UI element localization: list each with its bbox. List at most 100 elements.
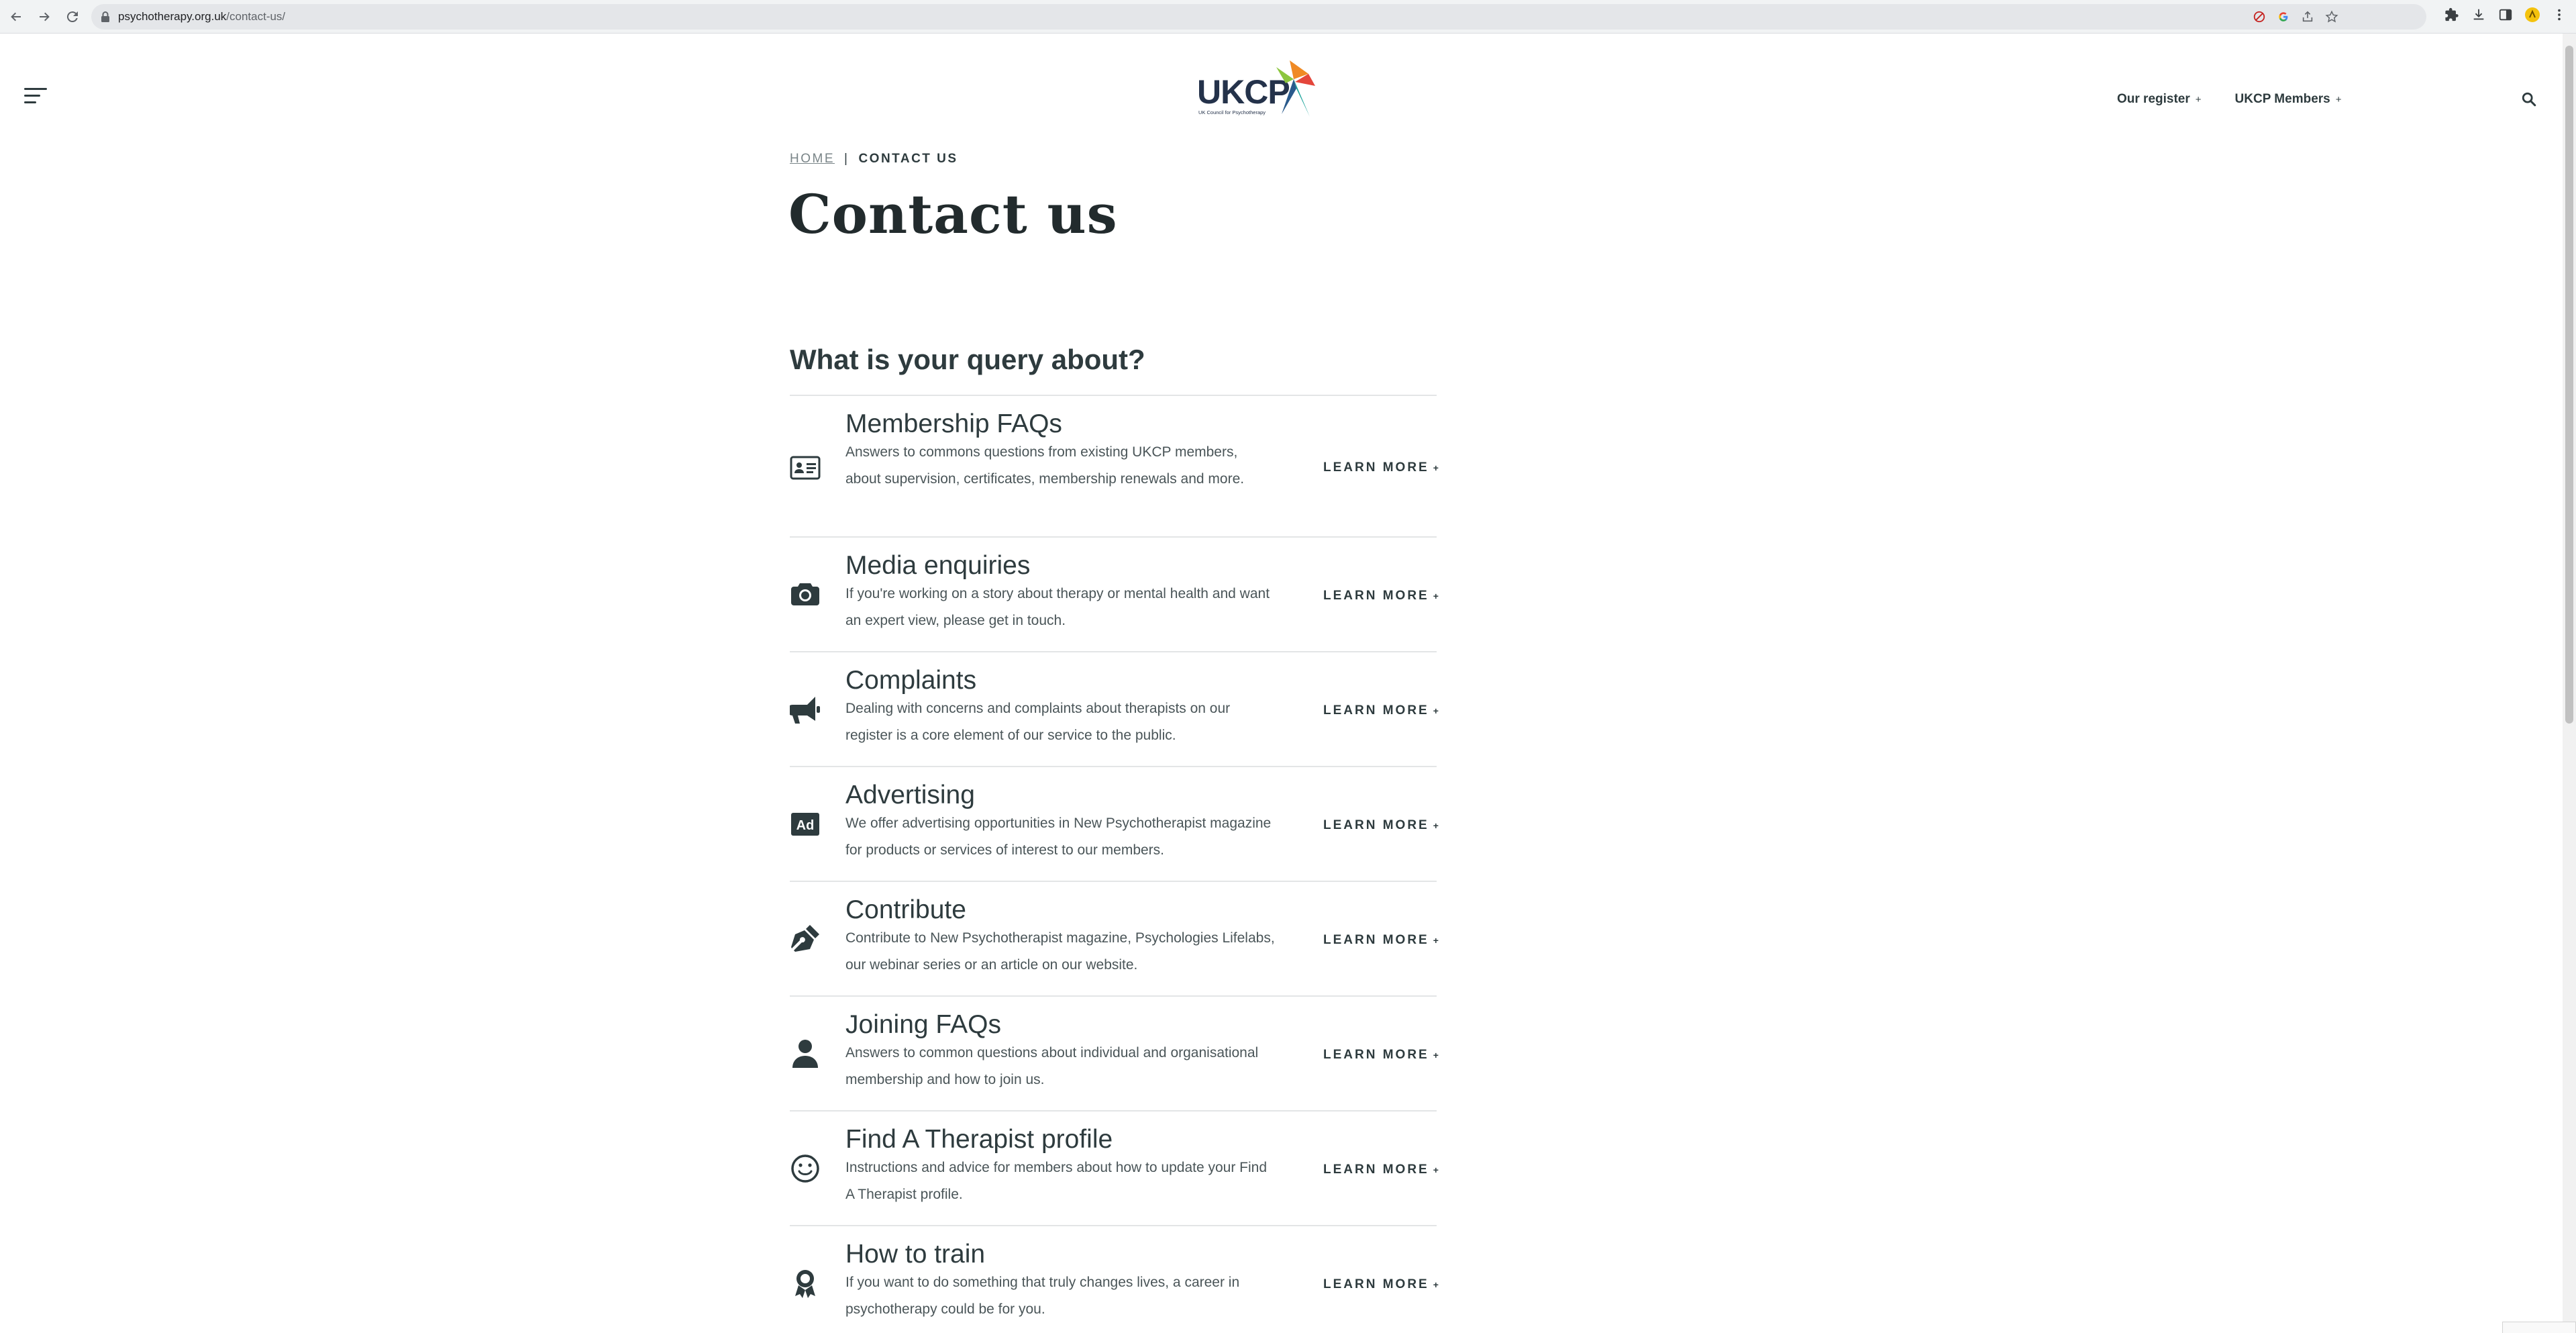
list-item-contribute: Contribute Contribute to New Psychothera… — [790, 881, 1439, 995]
download-icon[interactable] — [2470, 6, 2487, 23]
nav-label: Our register — [2117, 92, 2190, 106]
learn-more-link[interactable]: LEARN MORE + — [1323, 703, 1439, 718]
primary-nav: Our register + UKCP Members + — [2117, 92, 2342, 107]
side-panel-icon[interactable] — [2497, 6, 2514, 23]
browser-menu-icon[interactable] — [2551, 6, 2568, 23]
id-card-icon — [790, 452, 821, 483]
list-item-membership-faqs: Membership FAQs Answers to commons quest… — [790, 395, 1439, 536]
list-item-how-to-train: How to train If you want to do something… — [790, 1225, 1439, 1326]
pen-nib-icon — [790, 924, 821, 954]
extensions-puzzle-icon[interactable] — [2443, 6, 2461, 23]
list-item-complaints: Complaints Dealing with concerns and com… — [790, 651, 1439, 766]
plus-icon: + — [1433, 705, 1439, 716]
back-arrow-icon — [11, 12, 21, 21]
forward-button[interactable] — [34, 6, 55, 28]
plus-icon: + — [1433, 1165, 1439, 1175]
scrollbar-thumb[interactable] — [2565, 46, 2573, 724]
svg-text:Ad: Ad — [796, 818, 815, 833]
search-icon[interactable] — [2521, 91, 2538, 109]
award-icon — [790, 1268, 821, 1299]
query-description: If you're working on a story about thera… — [845, 586, 1270, 628]
plus-icon: + — [2195, 93, 2202, 105]
learn-more-label: LEARN MORE — [1323, 1048, 1429, 1062]
query-list: Membership FAQs Answers to commons quest… — [790, 395, 1439, 1326]
query-description: Answers to common questions about indivi… — [845, 1045, 1259, 1087]
query-description: We offer advertising opportunities in Ne… — [845, 816, 1272, 858]
breadcrumb-separator: | — [844, 152, 849, 166]
learn-more-link[interactable]: LEARN MORE + — [1323, 1277, 1439, 1292]
logo-tagline: UK Council for Psychotherapy — [1198, 109, 1266, 115]
learn-more-link[interactable]: LEARN MORE + — [1323, 1163, 1439, 1177]
plus-icon: + — [1433, 1050, 1439, 1060]
smile-icon — [790, 1153, 821, 1184]
query-description: Contribute to New Psychotherapist magazi… — [845, 930, 1275, 973]
query-title[interactable]: Contribute — [845, 895, 966, 925]
learn-more-label: LEARN MORE — [1323, 1277, 1429, 1291]
list-item-advertising: Ad Advertising We offer advertising oppo… — [790, 766, 1439, 881]
page-title: Contact us — [788, 183, 1118, 246]
plus-icon: + — [1433, 935, 1439, 946]
query-description: Answers to commons questions from existi… — [845, 444, 1245, 487]
learn-more-link[interactable]: LEARN MORE + — [1323, 460, 1439, 475]
nav-ukcp-members[interactable]: UKCP Members + — [2235, 92, 2342, 107]
learn-more-link[interactable]: LEARN MORE + — [1323, 818, 1439, 833]
learn-more-label: LEARN MORE — [1323, 460, 1429, 475]
query-description: If you want to do something that truly c… — [845, 1275, 1240, 1317]
query-title[interactable]: Advertising — [845, 781, 975, 810]
query-title[interactable]: Membership FAQs — [845, 409, 1062, 439]
nav-our-register[interactable]: Our register + — [2117, 92, 2202, 107]
svg-text:UKCP: UKCP — [1197, 73, 1290, 111]
ad-icon: Ad — [790, 809, 821, 840]
query-title[interactable]: Joining FAQs — [845, 1010, 1001, 1040]
address-bar[interactable]: psychotherapy.org.uk/contact-us/ — [91, 4, 2426, 30]
google-icon[interactable] — [2276, 9, 2291, 24]
query-description: Instructions and advice for members abou… — [845, 1160, 1268, 1202]
list-item-joining-faqs: Joining FAQs Answers to common questions… — [790, 995, 1439, 1110]
breadcrumb-home-link[interactable]: HOME — [790, 152, 835, 166]
url-text: psychotherapy.org.uk/contact-us/ — [118, 10, 285, 23]
megaphone-icon — [790, 694, 821, 725]
learn-more-link[interactable]: LEARN MORE + — [1323, 589, 1439, 603]
back-button[interactable] — [5, 6, 27, 28]
recaptcha-badge[interactable] — [2502, 1322, 2576, 1333]
learn-more-link[interactable]: LEARN MORE + — [1323, 1048, 1439, 1063]
bookmark-star-icon[interactable] — [2324, 9, 2339, 24]
plus-icon: + — [1433, 462, 1439, 473]
learn-more-label: LEARN MORE — [1323, 589, 1429, 603]
learn-more-label: LEARN MORE — [1323, 703, 1429, 718]
breadcrumb-current: CONTACT US — [858, 152, 958, 166]
url-domain: psychotherapy.org.uk — [118, 10, 227, 23]
extension-blocked-icon[interactable] — [2252, 9, 2267, 24]
query-heading: What is your query about? — [790, 344, 1145, 375]
plus-icon: + — [1433, 820, 1439, 831]
plus-icon: + — [1433, 1279, 1439, 1290]
breadcrumb: HOME | CONTACT US — [790, 152, 958, 166]
reload-button[interactable] — [62, 6, 83, 28]
page-scrollbar[interactable] — [2563, 34, 2576, 1333]
plus-icon: + — [1433, 591, 1439, 601]
hamburger-menu-icon[interactable] — [24, 88, 47, 105]
ukcp-logo[interactable]: UKCP UK Council for Psychotherapy — [1196, 59, 1317, 121]
profile-avatar-icon[interactable] — [2524, 6, 2541, 23]
forward-arrow-icon — [40, 12, 50, 21]
camera-icon — [790, 578, 821, 609]
list-item-find-a-therapist-profile: Find A Therapist profile Instructions an… — [790, 1110, 1439, 1225]
query-title[interactable]: How to train — [845, 1240, 985, 1269]
reload-icon — [66, 11, 78, 23]
learn-more-label: LEARN MORE — [1323, 818, 1429, 832]
learn-more-link[interactable]: LEARN MORE + — [1323, 933, 1439, 948]
nav-label: UKCP Members — [2234, 92, 2330, 106]
query-description: Dealing with concerns and complaints abo… — [845, 701, 1231, 743]
query-title[interactable]: Complaints — [845, 666, 976, 695]
lock-icon — [101, 11, 109, 22]
query-title[interactable]: Find A Therapist profile — [845, 1125, 1113, 1154]
share-icon[interactable] — [2300, 9, 2315, 24]
query-title[interactable]: Media enquiries — [845, 551, 1030, 581]
user-icon — [790, 1038, 821, 1069]
browser-toolbar: psychotherapy.org.uk/contact-us/ — [0, 0, 2576, 34]
url-path: /contact-us/ — [226, 10, 286, 23]
learn-more-label: LEARN MORE — [1323, 1163, 1429, 1177]
plus-icon: + — [2335, 93, 2342, 105]
learn-more-label: LEARN MORE — [1323, 933, 1429, 947]
list-item-media-enquiries: Media enquiries If you're working on a s… — [790, 536, 1439, 651]
